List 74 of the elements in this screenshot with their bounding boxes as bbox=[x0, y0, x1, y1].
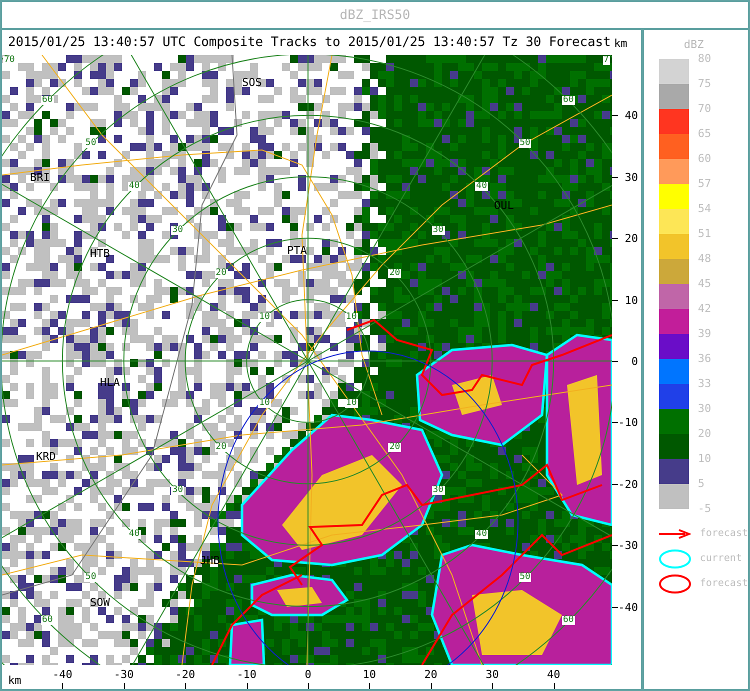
range-ring-label: 20 bbox=[388, 442, 402, 452]
x-axis-tick: -20 bbox=[175, 669, 196, 680]
range-ring-label: 20 bbox=[388, 269, 402, 278]
x-axis-tick: 30 bbox=[486, 669, 499, 680]
legend-value: 70 bbox=[698, 103, 712, 114]
range-ring-label: 30 bbox=[171, 486, 184, 496]
y-axis-tick: -30 bbox=[618, 540, 638, 552]
range-ring-label: 40 bbox=[128, 182, 141, 192]
legend-value: -5 bbox=[698, 503, 712, 514]
range-ring-label: 60 bbox=[562, 616, 575, 626]
window-title: dBZ_IRS50 bbox=[340, 8, 410, 22]
x-axis-tick: -40 bbox=[52, 669, 72, 680]
range-ring-label: 50 bbox=[84, 138, 98, 148]
range-ring-label: 40 bbox=[475, 182, 488, 192]
legend-value: 54 bbox=[698, 203, 712, 214]
x-axis-tick: 0 bbox=[304, 669, 312, 680]
legend-value: 80 bbox=[698, 53, 712, 64]
legend-value: 48 bbox=[698, 253, 712, 264]
range-ring-label: 50 bbox=[84, 573, 98, 582]
legend-value: 42 bbox=[698, 303, 712, 314]
city-label: BRI bbox=[30, 172, 50, 183]
y-axis-tick: -20 bbox=[618, 478, 638, 490]
legend-key-label: forecast bbox=[700, 528, 748, 539]
y-axis-unit: km bbox=[614, 38, 628, 49]
range-ring-label: 40 bbox=[475, 530, 488, 539]
x-axis-tick: 40 bbox=[547, 669, 560, 680]
legend-value: 65 bbox=[698, 128, 712, 139]
legend-key-label: current bbox=[700, 553, 742, 564]
y-axis-tick: 30 bbox=[624, 172, 638, 183]
legend-value: 33 bbox=[698, 378, 712, 389]
range-ring-label: 20 bbox=[214, 269, 228, 278]
legend-value: 20 bbox=[698, 428, 712, 439]
range-ring-label: 60 bbox=[41, 96, 54, 104]
legend-value: 5 bbox=[698, 478, 704, 489]
ellipse-icon bbox=[658, 574, 691, 594]
range-ring-label: 60 bbox=[41, 616, 54, 626]
legend-value: 30 bbox=[698, 403, 712, 414]
x-axis-unit: km bbox=[8, 675, 22, 686]
city-label: SOW bbox=[90, 597, 110, 608]
city-label: KRD bbox=[36, 451, 56, 462]
x-axis-tick: 10 bbox=[362, 669, 376, 680]
legend-title: dBZ bbox=[684, 38, 704, 51]
ellipse-icon bbox=[658, 548, 691, 568]
range-ring-label: 30 bbox=[171, 226, 184, 235]
range-ring-label: 30 bbox=[432, 486, 445, 496]
y-axis-tick: 20 bbox=[624, 233, 638, 244]
x-axis-tick: -30 bbox=[114, 669, 134, 680]
legend-value: 57 bbox=[698, 178, 712, 189]
y-axis-tick: 10 bbox=[624, 294, 638, 306]
y-axis-tick: 0 bbox=[631, 356, 638, 367]
arrow-icon bbox=[658, 528, 691, 538]
x-axis-tick: 20 bbox=[424, 669, 438, 680]
city-label: OUL bbox=[494, 200, 514, 211]
range-ring-label: 10 bbox=[258, 312, 271, 322]
x-axis-tick: -10 bbox=[236, 669, 257, 680]
legend-key-label: forecast bbox=[700, 578, 748, 589]
map-header: 2015/01/25 13:40:57 UTC Composite Tracks to 2015/01/25 13:40:57 Tz 30 Forecast bbox=[8, 35, 611, 50]
legend-value: 75 bbox=[698, 78, 712, 89]
legend-value: 45 bbox=[698, 278, 712, 289]
range-ring-label: 10 bbox=[258, 399, 271, 408]
range-ring-label: 50 bbox=[518, 573, 532, 582]
y-axis-tick: -40 bbox=[618, 602, 638, 613]
legend-value: 51 bbox=[698, 228, 712, 239]
legend-value: 10 bbox=[698, 453, 712, 464]
legend-value: 60 bbox=[698, 153, 712, 164]
legend-value: 39 bbox=[698, 328, 712, 339]
range-ring-label: 10 bbox=[344, 399, 358, 408]
legend-value: 36 bbox=[698, 353, 712, 364]
y-axis-tick: 40 bbox=[624, 110, 638, 122]
range-ring-label: 70 bbox=[3, 56, 16, 65]
y-axis-tick: -10 bbox=[618, 417, 638, 428]
city-label: JHB bbox=[200, 555, 220, 566]
city-label: HTB bbox=[90, 248, 110, 259]
city-label: SOS bbox=[242, 77, 262, 88]
